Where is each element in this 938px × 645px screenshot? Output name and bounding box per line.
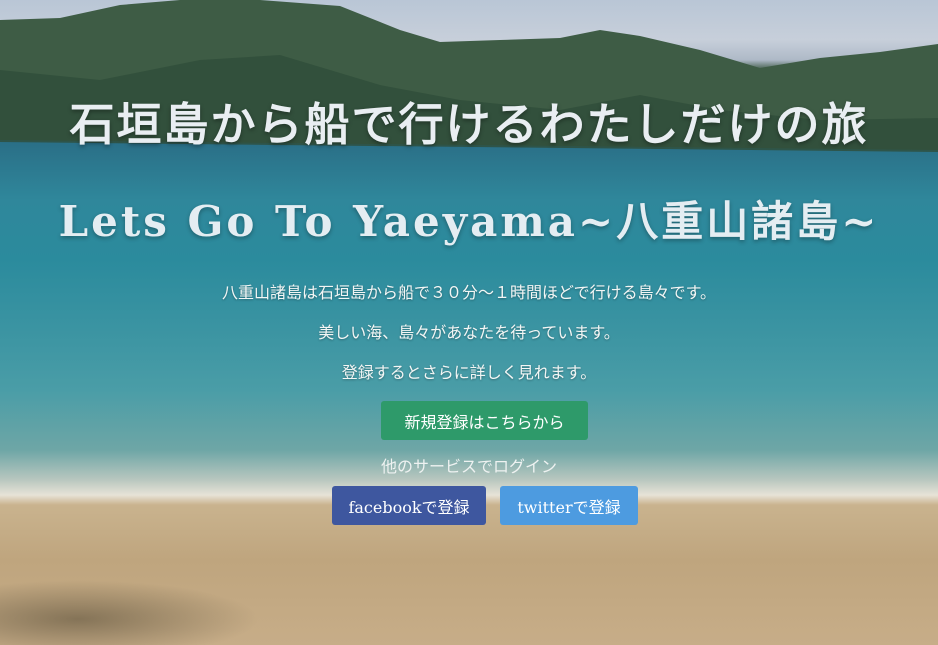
signup-button[interactable]: 新規登録はこちらから [381,401,588,440]
page-subtitle: Lets Go To Yaeyama~八重山諸島~ [58,197,880,246]
other-login-label: 他のサービスでログイン [380,457,557,476]
facebook-signup-button[interactable]: facebookで登録 [332,486,486,525]
twitter-signup-button[interactable]: twitterで登録 [500,486,638,525]
description-line-1: 八重山諸島は石垣島から船で３０分〜１時間ほどで行ける島々です。 [221,283,717,302]
description-line-3: 登録するとさらに詳しく見れます。 [341,363,597,382]
page-title: 石垣島から船で行けるわたしだけの旅 [69,98,869,151]
hero-overlay: 石垣島から船で行けるわたしだけの旅 Lets Go To Yaeyama~八重山… [0,0,938,645]
description-line-2: 美しい海、島々があなたを待っています。 [318,323,620,342]
